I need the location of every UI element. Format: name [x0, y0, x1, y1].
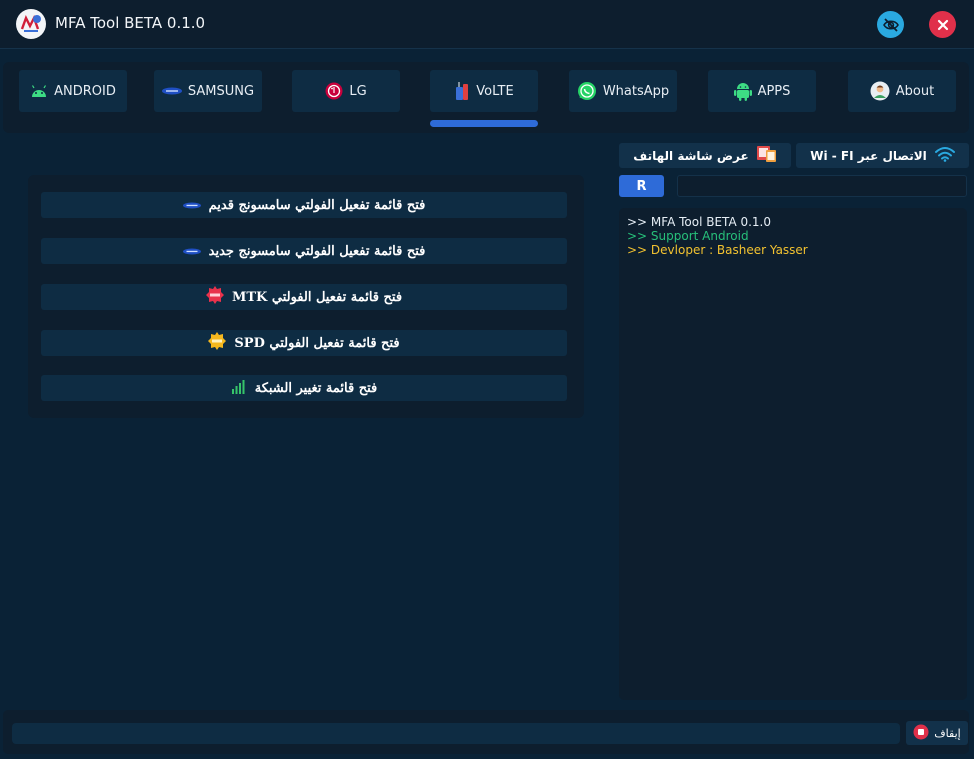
signal-bars-icon: [231, 378, 247, 398]
button-label: فتح قائمة تفعيل الفولتي سامسونج قديم: [208, 197, 426, 213]
stop-icon: [913, 724, 929, 743]
android-robot-icon: [733, 81, 752, 101]
button-label: عرض شاشة الهاتف: [633, 148, 749, 163]
volte-icon: [454, 81, 470, 101]
phone-screen-icon: [756, 145, 777, 166]
samsung-logo-icon: [161, 87, 182, 95]
tab-volte[interactable]: VoLTE: [430, 70, 538, 112]
wifi-connect-button[interactable]: الاتصال عبر Wi - FI: [796, 143, 969, 168]
tab-label: LG: [349, 83, 367, 99]
volte-menu-panel: فتح قائمة تفعيل الفولتي سامسونج قديم فتح…: [28, 175, 584, 418]
title-bar: MFA Tool BETA 0.1.0: [0, 0, 974, 49]
connection-input[interactable]: [677, 175, 967, 197]
tab-label: VoLTE: [476, 83, 514, 99]
log-line: >> MFA Tool BETA 0.1.0: [627, 215, 771, 229]
new-badge-icon: [208, 332, 227, 354]
log-line: >> Devloper : Basheer Yasser: [627, 243, 808, 257]
button-label: فتح قائمة تغيير الشبكة: [254, 380, 378, 396]
tab-label: APPS: [757, 83, 791, 99]
button-label: إيقاف: [934, 726, 961, 740]
phone-screen-button[interactable]: عرض شاشة الهاتف: [619, 143, 791, 168]
samsung-logo-icon: [182, 244, 201, 259]
tab-label: SAMSUNG: [187, 83, 255, 99]
log-line: >> Support Android: [627, 229, 749, 243]
samsung-old-volte-button[interactable]: فتح قائمة تفعيل الفولتي سامسونج قديم: [41, 192, 567, 218]
app-title: MFA Tool BETA 0.1.0: [55, 14, 206, 32]
mtk-volte-button[interactable]: فتح قائمة تفعيل الفولتي MTK: [41, 284, 567, 310]
mfa-logo-icon: [16, 9, 46, 39]
active-tab-indicator: [430, 120, 538, 127]
tab-whatsapp[interactable]: WhatsApp: [569, 70, 677, 112]
lg-logo-icon: [325, 82, 343, 100]
change-network-button[interactable]: فتح قائمة تغيير الشبكة: [41, 375, 567, 401]
whatsapp-icon: [577, 81, 597, 101]
eye-slash-icon: [882, 17, 899, 32]
tab-bar: ANDROID SAMSUNG LG VoLTE WhatsApp APPS A…: [3, 62, 969, 133]
button-label: فتح قائمة تفعيل الفولتي سامسونج جديد: [208, 243, 426, 259]
tab-apps[interactable]: APPS: [708, 70, 816, 112]
hide-button[interactable]: [877, 11, 904, 38]
android-icon: [30, 84, 48, 98]
r-button[interactable]: R: [619, 175, 664, 197]
button-label: فتح قائمة تفعيل الفولتي MTK: [231, 289, 403, 305]
button-label: الاتصال عبر Wi - FI: [810, 148, 927, 163]
close-button[interactable]: [929, 11, 956, 38]
tab-label: WhatsApp: [602, 83, 670, 99]
button-label: فتح قائمة تفعيل الفولتي SPD: [234, 335, 400, 351]
spd-volte-button[interactable]: فتح قائمة تفعيل الفولتي SPD: [41, 330, 567, 356]
status-field[interactable]: [12, 723, 900, 744]
samsung-new-volte-button[interactable]: فتح قائمة تفعيل الفولتي سامسونج جديد: [41, 238, 567, 264]
close-icon: [937, 19, 948, 30]
tab-samsung[interactable]: SAMSUNG: [154, 70, 262, 112]
tab-label: ANDROID: [54, 83, 116, 99]
new-badge-icon: [205, 286, 224, 308]
tab-label: About: [895, 83, 935, 99]
wifi-icon: [934, 146, 955, 165]
samsung-logo-icon: [182, 198, 201, 213]
tab-lg[interactable]: LG: [292, 70, 400, 112]
stop-button[interactable]: إيقاف: [906, 721, 968, 745]
console-log: >> MFA Tool BETA 0.1.0 >> Support Androi…: [619, 208, 967, 700]
tab-android[interactable]: ANDROID: [19, 70, 127, 112]
user-avatar-icon: [870, 81, 890, 101]
tab-about[interactable]: About: [848, 70, 956, 112]
